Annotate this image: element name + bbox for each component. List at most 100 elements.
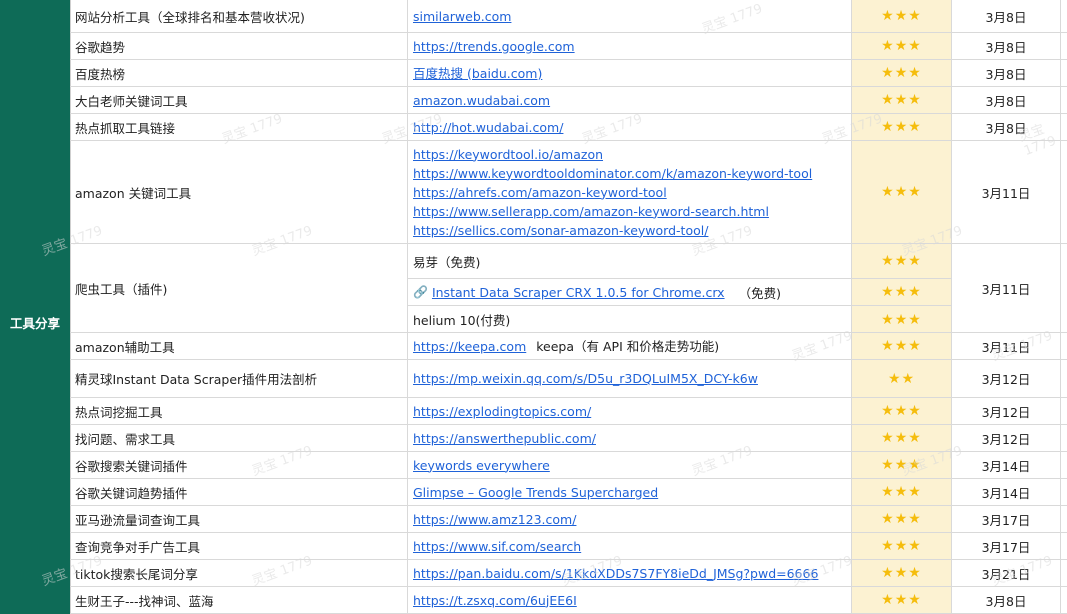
- rating-cell[interactable]: ★★★: [852, 141, 952, 243]
- empty-cell[interactable]: [1061, 452, 1067, 478]
- date-cell[interactable]: 3月8日: [952, 60, 1061, 86]
- url-link[interactable]: https://trends.google.com: [413, 39, 575, 54]
- empty-cell[interactable]: [1061, 360, 1067, 397]
- tool-name-cell[interactable]: tiktok搜索长尾词分享: [70, 560, 408, 586]
- rating-cell[interactable]: ★★★: [852, 425, 952, 451]
- empty-cell[interactable]: [1061, 533, 1067, 559]
- empty-cell[interactable]: [1061, 560, 1067, 586]
- link-cell[interactable]: https://www.sif.com/search: [408, 533, 852, 559]
- tool-name-cell[interactable]: 亚马逊流量词查询工具: [70, 506, 408, 532]
- url-link[interactable]: https://www.amz123.com/: [413, 512, 576, 527]
- date-cell[interactable]: 3月17日: [952, 506, 1061, 532]
- link-cell[interactable]: https://keywordtool.io/amazon https://www…: [408, 141, 852, 243]
- link-cell[interactable]: http://hot.wudabai.com/: [408, 114, 852, 140]
- rating-cell[interactable]: ★★★: [852, 87, 952, 113]
- url-link[interactable]: https://pan.baidu.com/s/1KkdXDDs7S7FY8ie…: [413, 566, 818, 581]
- url-link[interactable]: keywords everywhere: [413, 458, 550, 473]
- rating-cell[interactable]: ★★★: [852, 533, 952, 559]
- tool-name-cell[interactable]: 查询竞争对手广告工具: [70, 533, 408, 559]
- date-cell[interactable]: 3月12日: [952, 425, 1061, 451]
- date-cell[interactable]: 3月11日: [952, 141, 1061, 243]
- rating-cell[interactable]: ★★★: [852, 560, 952, 586]
- rating-cell[interactable]: ★★★: [852, 333, 952, 359]
- date-cell[interactable]: 3月8日: [952, 114, 1061, 140]
- date-cell[interactable]: 3月12日: [952, 398, 1061, 424]
- tool-name-cell[interactable]: 谷歌趋势: [70, 33, 408, 59]
- url-link[interactable]: https://sellics.com/sonar-amazon-keyword…: [413, 223, 708, 238]
- link-cell[interactable]: https://mp.weixin.qq.com/s/D5u_r3DQLuIM5…: [408, 360, 852, 397]
- rating-cell[interactable]: ★★★ ★★★ ★★★: [852, 244, 952, 332]
- tool-name-cell[interactable]: 精灵球Instant Data Scraper插件用法剖析: [70, 360, 408, 397]
- date-cell[interactable]: 3月12日: [952, 360, 1061, 397]
- empty-cell[interactable]: [1061, 398, 1067, 424]
- tool-name-cell[interactable]: amazon 关键词工具: [70, 141, 408, 243]
- link-cell[interactable]: https://t.zsxq.com/6ujEE6I: [408, 587, 852, 613]
- date-cell[interactable]: 3月14日: [952, 479, 1061, 505]
- link-cell[interactable]: https://explodingtopics.com/: [408, 398, 852, 424]
- url-link[interactable]: https://t.zsxq.com/6ujEE6I: [413, 593, 577, 608]
- empty-cell[interactable]: [1061, 60, 1067, 86]
- empty-cell[interactable]: [1061, 141, 1067, 243]
- date-cell[interactable]: 3月8日: [952, 0, 1061, 32]
- sub-rating-cell[interactable]: ★★★: [852, 306, 951, 332]
- sub-link-cell[interactable]: helium 10(付费): [408, 306, 851, 332]
- tool-name-cell[interactable]: 热点抓取工具链接: [70, 114, 408, 140]
- tool-name-cell[interactable]: 大白老师关键词工具: [70, 87, 408, 113]
- tool-name-cell[interactable]: 谷歌搜索关键词插件: [70, 452, 408, 478]
- sub-link-cell[interactable]: 易芽（免费): [408, 244, 851, 279]
- rating-cell[interactable]: ★★★: [852, 506, 952, 532]
- rating-cell[interactable]: ★★★: [852, 60, 952, 86]
- rating-cell[interactable]: ★★★: [852, 398, 952, 424]
- rating-cell[interactable]: ★★★: [852, 114, 952, 140]
- sub-rating-cell[interactable]: ★★★: [852, 244, 951, 279]
- empty-cell[interactable]: [1061, 87, 1067, 113]
- empty-cell[interactable]: [1061, 0, 1067, 32]
- link-cell[interactable]: 百度热搜 (baidu.com): [408, 60, 852, 86]
- tool-name-cell[interactable]: 爬虫工具（插件): [70, 244, 408, 332]
- date-cell[interactable]: 3月8日: [952, 33, 1061, 59]
- rating-cell[interactable]: ★★★: [852, 0, 952, 32]
- empty-cell[interactable]: [1061, 114, 1067, 140]
- link-cell[interactable]: https://answerthepublic.com/: [408, 425, 852, 451]
- sub-link-cell[interactable]: 🔗 Instant Data Scraper CRX 1.0.5 for Chro…: [408, 279, 851, 306]
- url-link[interactable]: https://answerthepublic.com/: [413, 431, 596, 446]
- rating-cell[interactable]: ★★★: [852, 479, 952, 505]
- rating-cell[interactable]: ★★: [852, 360, 952, 397]
- url-link[interactable]: https://keepa.com: [413, 339, 526, 354]
- link-cell[interactable]: https://keepa.com keepa（有 API 和价格走势功能): [408, 333, 852, 359]
- sub-rating-cell[interactable]: ★★★: [852, 279, 951, 306]
- tool-name-cell[interactable]: 谷歌关键词趋势插件: [70, 479, 408, 505]
- date-cell[interactable]: 3月21日: [952, 560, 1061, 586]
- url-link[interactable]: Glimpse – Google Trends Supercharged: [413, 485, 658, 500]
- tool-name-cell[interactable]: 找问题、需求工具: [70, 425, 408, 451]
- link-cell[interactable]: keywords everywhere: [408, 452, 852, 478]
- link-cell[interactable]: Glimpse – Google Trends Supercharged: [408, 479, 852, 505]
- url-link[interactable]: https://keywordtool.io/amazon: [413, 147, 603, 162]
- tool-name-cell[interactable]: amazon辅助工具: [70, 333, 408, 359]
- url-link[interactable]: http://hot.wudabai.com/: [413, 120, 563, 135]
- rating-cell[interactable]: ★★★: [852, 452, 952, 478]
- date-cell[interactable]: 3月14日: [952, 452, 1061, 478]
- date-cell[interactable]: 3月8日: [952, 587, 1061, 613]
- empty-cell[interactable]: [1061, 479, 1067, 505]
- url-link[interactable]: https://www.sif.com/search: [413, 539, 581, 554]
- tool-name-cell[interactable]: 热点词挖掘工具: [70, 398, 408, 424]
- url-link[interactable]: 百度热搜 (baidu.com): [413, 66, 542, 81]
- rating-cell[interactable]: ★★★: [852, 33, 952, 59]
- link-cell[interactable]: https://pan.baidu.com/s/1KkdXDDs7S7FY8ie…: [408, 560, 852, 586]
- date-cell[interactable]: 3月17日: [952, 533, 1061, 559]
- link-cell[interactable]: https://trends.google.com: [408, 33, 852, 59]
- empty-cell[interactable]: [1061, 244, 1067, 332]
- link-cell[interactable]: https://www.amz123.com/: [408, 506, 852, 532]
- link-cell[interactable]: amazon.wudabai.com: [408, 87, 852, 113]
- date-cell[interactable]: 3月8日: [952, 87, 1061, 113]
- url-link[interactable]: https://www.sellerapp.com/amazon-keyword…: [413, 204, 769, 219]
- url-link[interactable]: https://ahrefs.com/amazon-keyword-tool: [413, 185, 667, 200]
- rating-cell[interactable]: ★★★: [852, 587, 952, 613]
- empty-cell[interactable]: [1061, 33, 1067, 59]
- date-cell[interactable]: 3月11日: [952, 244, 1061, 332]
- url-link[interactable]: https://mp.weixin.qq.com/s/D5u_r3DQLuIM5…: [413, 371, 758, 386]
- link-cell[interactable]: similarweb.com: [408, 0, 852, 32]
- empty-cell[interactable]: [1061, 425, 1067, 451]
- url-link[interactable]: https://explodingtopics.com/: [413, 404, 591, 419]
